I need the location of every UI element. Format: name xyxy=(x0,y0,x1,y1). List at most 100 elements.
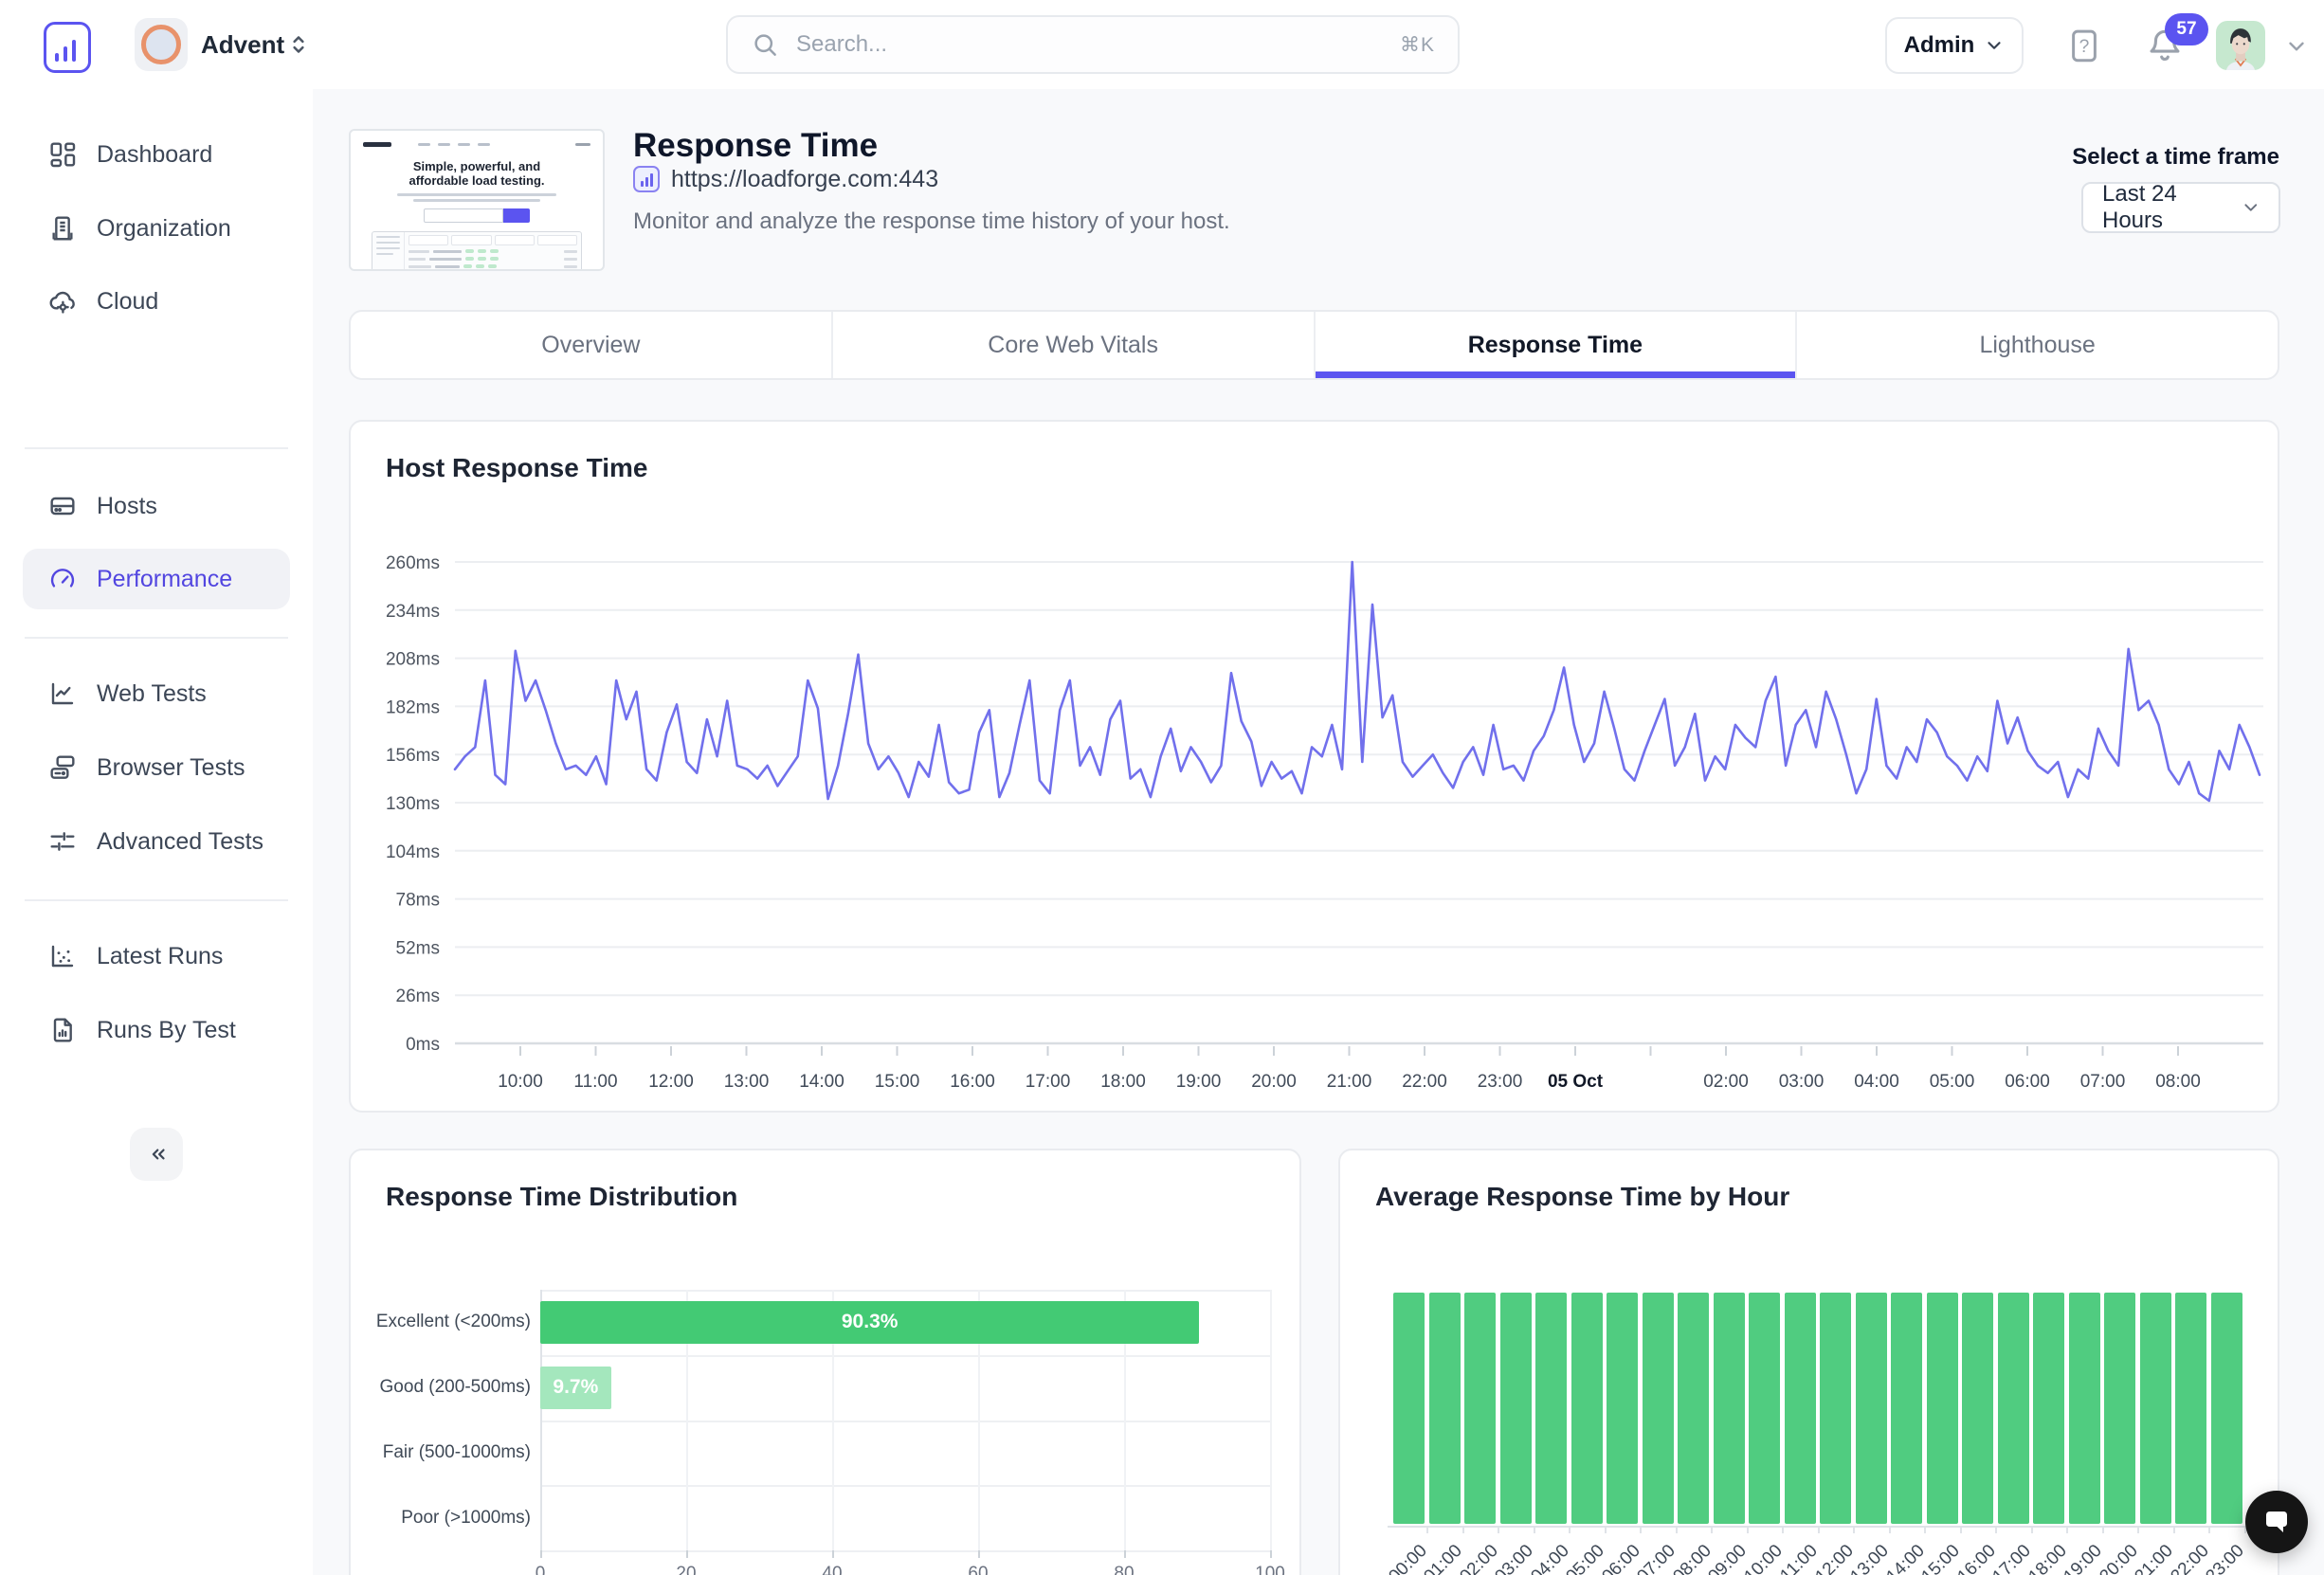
svg-text:19:00: 19:00 xyxy=(1176,1072,1222,1092)
tab-overview[interactable]: Overview xyxy=(351,312,833,378)
timeframe-select[interactable]: Last 24 Hours xyxy=(2081,182,2280,233)
svg-text:02:00: 02:00 xyxy=(1703,1072,1749,1092)
axis-tick xyxy=(1462,1526,1464,1533)
user-avatar[interactable] xyxy=(2216,21,2265,70)
grid-row-line xyxy=(540,1290,1270,1292)
sidebar-divider xyxy=(25,637,288,639)
svg-text:78ms: 78ms xyxy=(396,891,440,911)
category-label: Poor (>1000ms) xyxy=(351,1508,531,1529)
svg-text:12:00: 12:00 xyxy=(648,1072,694,1092)
advanced-tests-icon xyxy=(47,826,78,857)
hour-bar xyxy=(1607,1293,1638,1524)
tab-core-web-vitals[interactable]: Core Web Vitals xyxy=(833,312,1316,378)
svg-text:17:00: 17:00 xyxy=(1026,1072,1071,1092)
hour-bar xyxy=(1571,1293,1603,1524)
hour-bar xyxy=(1749,1293,1780,1524)
sidebar-item-latest-runs[interactable]: Latest Runs xyxy=(23,926,290,987)
search-bar[interactable]: ⌘K xyxy=(726,15,1460,74)
hour-bar xyxy=(1962,1293,1993,1524)
response-time-distribution-card: Response Time Distribution 020406080100E… xyxy=(349,1149,1301,1575)
org-name[interactable]: Advent xyxy=(201,0,284,89)
hour-bar xyxy=(2104,1293,2135,1524)
sidebar-collapse-button[interactable] xyxy=(130,1128,183,1181)
svg-text:07:00: 07:00 xyxy=(2080,1072,2126,1092)
svg-text:52ms: 52ms xyxy=(396,938,440,958)
x-axis-label: 20 xyxy=(658,1564,715,1575)
sidebar-item-hosts[interactable]: Hosts xyxy=(23,476,290,536)
chevron-down-icon xyxy=(1984,35,2005,56)
chart-title: Host Response Time xyxy=(386,453,647,483)
axis-tick xyxy=(2137,1526,2139,1533)
sidebar-item-dashboard[interactable]: Dashboard xyxy=(23,124,290,185)
host-url[interactable]: https://loadforge.com:443 xyxy=(671,166,938,193)
category-label: Fair (500-1000ms) xyxy=(351,1442,531,1463)
svg-text:21:00: 21:00 xyxy=(1327,1072,1372,1092)
axis-tick xyxy=(1889,1526,1891,1533)
axis-tick xyxy=(1640,1526,1642,1533)
axis-tick xyxy=(1605,1526,1607,1533)
axis-tick xyxy=(1995,1526,1997,1533)
distribution-bar: 9.7% xyxy=(540,1367,611,1409)
admin-menu-button[interactable]: Admin xyxy=(1885,17,2024,74)
axis-tick xyxy=(1782,1526,1784,1533)
sidebar: Dashboard Organization Cloud Hosts Perfo… xyxy=(0,89,313,1575)
axis-tick xyxy=(1853,1526,1855,1533)
chat-widget-button[interactable] xyxy=(2245,1491,2308,1553)
hour-bar xyxy=(2069,1293,2100,1524)
latest-runs-icon xyxy=(47,941,78,971)
axis-tick xyxy=(1960,1526,1962,1533)
hour-bar xyxy=(1785,1293,1816,1524)
collapse-chevrons-icon xyxy=(142,1140,171,1168)
axis-tick xyxy=(1534,1526,1535,1533)
axis-tick xyxy=(2031,1526,2033,1533)
sidebar-item-advanced-tests[interactable]: Advanced Tests xyxy=(23,811,290,872)
thumb-headline: Simple, powerful, and affordable load te… xyxy=(351,159,603,188)
sidebar-item-organization[interactable]: Organization xyxy=(23,198,290,259)
svg-text:260ms: 260ms xyxy=(386,553,440,573)
response-time-line-chart: 260ms234ms208ms182ms156ms130ms104ms78ms5… xyxy=(351,422,2278,1111)
sidebar-item-cloud[interactable]: Cloud xyxy=(23,271,290,332)
org-switcher-icon[interactable] xyxy=(284,29,313,60)
svg-text:10:00: 10:00 xyxy=(498,1072,543,1092)
notification-count-badge: 57 xyxy=(2165,13,2208,45)
axis-tick xyxy=(1747,1526,1749,1533)
axis-tick xyxy=(1426,1526,1428,1533)
sidebar-item-performance[interactable]: Performance xyxy=(23,549,290,609)
svg-text:13:00: 13:00 xyxy=(724,1072,770,1092)
grid-row-line xyxy=(540,1421,1270,1422)
search-shortcut: ⌘K xyxy=(1400,33,1435,57)
help-icon[interactable]: ? xyxy=(2064,25,2104,66)
svg-text:05 Oct: 05 Oct xyxy=(1548,1072,1604,1092)
org-avatar[interactable] xyxy=(135,18,188,71)
hour-bar xyxy=(2175,1293,2206,1524)
axis-tick xyxy=(2066,1526,2068,1533)
search-input[interactable] xyxy=(794,30,1400,59)
grid-row-line xyxy=(540,1355,1270,1357)
browser-tests-icon xyxy=(47,752,78,783)
tab-lighthouse[interactable]: Lighthouse xyxy=(1797,312,2278,378)
web-tests-icon xyxy=(47,679,78,709)
svg-text:03:00: 03:00 xyxy=(1779,1072,1825,1092)
axis-tick xyxy=(832,1550,834,1558)
chart-title: Response Time Distribution xyxy=(386,1182,737,1212)
user-menu-chevron-icon[interactable] xyxy=(2284,34,2309,59)
svg-text:20:00: 20:00 xyxy=(1251,1072,1297,1092)
x-axis-label: 0 xyxy=(512,1564,569,1575)
sidebar-item-browser-tests[interactable]: Browser Tests xyxy=(23,737,290,798)
svg-text:14:00: 14:00 xyxy=(799,1072,844,1092)
host-url-row[interactable]: https://loadforge.com:443 xyxy=(633,163,938,195)
grid-row-line xyxy=(540,1550,1270,1552)
sidebar-item-runs-by-test[interactable]: Runs By Test xyxy=(23,1000,290,1060)
hour-bar xyxy=(1714,1293,1745,1524)
app-logo-icon[interactable] xyxy=(44,22,91,73)
sidebar-item-web-tests[interactable]: Web Tests xyxy=(23,663,290,724)
svg-text:11:00: 11:00 xyxy=(573,1072,617,1092)
thumb-cta xyxy=(424,208,530,223)
axis-tick xyxy=(686,1550,688,1558)
tab-response-time[interactable]: Response Time xyxy=(1316,312,1798,378)
hour-bar xyxy=(1927,1293,1958,1524)
x-axis-label: 100 xyxy=(1242,1564,1298,1575)
axis-tick xyxy=(1676,1526,1678,1533)
thumb-mini-nav xyxy=(363,137,590,151)
axis-tick xyxy=(540,1550,542,1558)
